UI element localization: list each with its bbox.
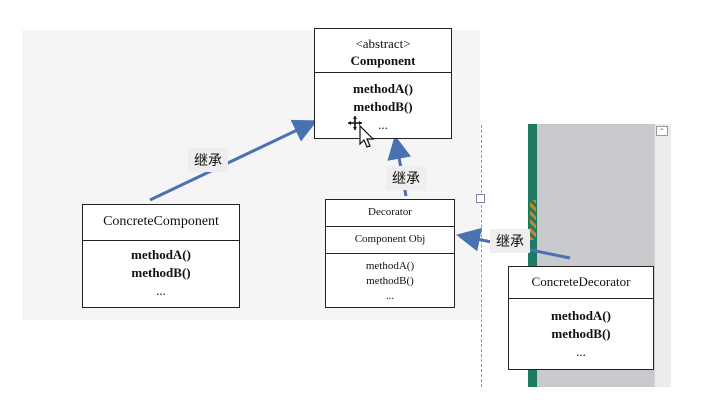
- concrete-component-method: methodA(): [131, 247, 191, 262]
- component-method: methodA(): [353, 81, 413, 96]
- arrow-concrete-component-to-component: [149, 119, 318, 202]
- concrete-decorator-method: ...: [576, 344, 586, 359]
- inherit-label: 继承: [386, 166, 426, 190]
- decorator-class-box[interactable]: Decorator Component Obj methodA() method…: [325, 199, 455, 308]
- inherit-label: 继承: [188, 148, 228, 172]
- concrete-decorator-class-name: ConcreteDecorator: [531, 274, 631, 289]
- component-class-name: Component: [350, 53, 416, 68]
- concrete-component-method: ...: [156, 283, 166, 298]
- concrete-component-method: methodB(): [131, 265, 191, 280]
- component-class-box[interactable]: <abstract> Component methodA() methodB()…: [314, 28, 452, 139]
- decorator-method: ...: [385, 290, 395, 302]
- concrete-decorator-method: methodA(): [551, 308, 611, 323]
- decorator-class-name: Decorator: [368, 206, 412, 218]
- decorator-field: Component Obj: [354, 233, 426, 245]
- decorator-method: methodB(): [366, 275, 414, 287]
- decorator-method: methodA(): [365, 260, 415, 272]
- concrete-component-class-name: ConcreteComponent: [103, 214, 219, 229]
- component-method: ...: [378, 117, 388, 132]
- concrete-component-class-box[interactable]: ConcreteComponent methodA() methodB() ..…: [82, 204, 240, 308]
- concrete-decorator-method: methodB(): [551, 326, 611, 341]
- component-method: methodB(): [353, 99, 413, 114]
- component-stereotype: <abstract>: [355, 36, 411, 51]
- inherit-label: 继承: [490, 229, 530, 253]
- move-cursor-icon: [348, 116, 375, 148]
- concrete-decorator-class-box[interactable]: ConcreteDecorator methodA() methodB() ..…: [508, 266, 654, 370]
